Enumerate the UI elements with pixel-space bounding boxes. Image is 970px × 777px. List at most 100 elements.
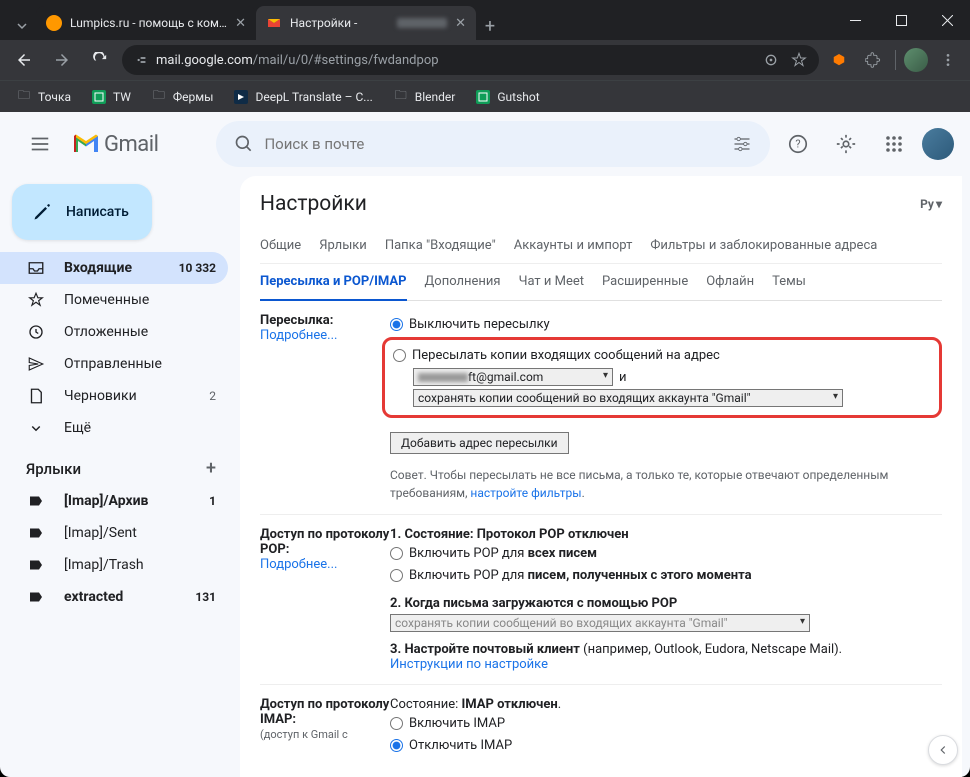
- radio[interactable]: [390, 547, 403, 560]
- profile-avatar[interactable]: [904, 48, 928, 72]
- deepl-icon: [233, 89, 249, 105]
- folder-icon: 🗀: [16, 89, 32, 105]
- sidebar-item-clock[interactable]: Отложенные: [0, 316, 228, 348]
- bookmark-icon[interactable]: [791, 52, 807, 68]
- brand-text: Gmail: [104, 132, 158, 157]
- account-avatar[interactable]: [922, 128, 954, 160]
- learn-more-link[interactable]: Подробнее...: [260, 557, 337, 572]
- learn-more-link[interactable]: Подробнее...: [260, 328, 337, 343]
- extension-button[interactable]: [825, 46, 853, 74]
- forward-on-option[interactable]: Пересылать копии входящих сообщений на а…: [393, 344, 931, 366]
- pop-section: Доступ по протоколу POP: Подробнее... 1.…: [260, 515, 942, 685]
- bookmark-item[interactable]: 🗀Blender: [385, 85, 464, 109]
- radio[interactable]: [390, 739, 403, 752]
- radio[interactable]: [390, 318, 403, 331]
- settings-tab[interactable]: Папка "Входящие": [385, 228, 496, 263]
- back-button[interactable]: [8, 44, 40, 76]
- forward-action-select[interactable]: сохранять копии сообщений во входящих ак…: [413, 389, 843, 407]
- menu-button[interactable]: [16, 120, 64, 168]
- settings-tab[interactable]: Чат и Meet: [519, 264, 584, 300]
- language-switcher[interactable]: Ру ▾: [920, 197, 942, 211]
- apps-button[interactable]: [874, 124, 914, 164]
- label-icon: [26, 492, 46, 510]
- maximize-button[interactable]: [878, 0, 924, 40]
- imap-on-option[interactable]: Включить IMAP: [390, 712, 942, 734]
- forward-button[interactable]: [46, 44, 78, 76]
- settings-tab[interactable]: Фильтры и заблокированные адреса: [650, 228, 877, 263]
- minimize-button[interactable]: [832, 0, 878, 40]
- nav-label: Отправленные: [64, 356, 162, 372]
- radio[interactable]: [390, 717, 403, 730]
- radio[interactable]: [390, 569, 403, 582]
- forward-address-select[interactable]: ft@gmail.com: [413, 368, 613, 386]
- browser-menu[interactable]: [934, 46, 962, 74]
- bookmark-item[interactable]: 🗀Точка: [8, 85, 79, 109]
- help-button[interactable]: ?: [778, 124, 818, 164]
- settings-tab[interactable]: Темы: [772, 264, 806, 300]
- label-item[interactable]: [Imap]/Sent: [0, 517, 228, 549]
- pop-h2: 2. Когда письма загружаются с помощью PO…: [390, 596, 677, 611]
- label-item[interactable]: [Imap]/Trash: [0, 549, 228, 581]
- nav-label: Черновики: [64, 388, 137, 404]
- settings-tabs-row2: Пересылка и POP/IMAP Дополнения Чат и Meet…: [260, 264, 942, 301]
- add-forward-address-button[interactable]: Добавить адрес пересылки: [390, 432, 569, 454]
- nav-count: 2: [209, 389, 216, 403]
- lens-icon[interactable]: [763, 52, 779, 68]
- close-button[interactable]: [924, 0, 970, 40]
- sidebar: Написать Входящие10 332 Помеченные Отложен…: [0, 176, 240, 777]
- close-icon[interactable]: ✕: [235, 16, 246, 31]
- compose-button[interactable]: Написать: [12, 184, 152, 240]
- browser-tab[interactable]: Lumpics.ru - помощь с компь ✕: [36, 6, 256, 40]
- search-box[interactable]: [216, 121, 770, 167]
- imap-note: (доступ к Gmail с: [260, 728, 348, 741]
- address-bar: mail.google.com/mail/u/0/#settings/fwdan…: [0, 40, 970, 80]
- close-icon[interactable]: ✕: [455, 16, 466, 31]
- sidebar-item-draft[interactable]: Черновики 2: [0, 380, 228, 412]
- sidebar-item-star[interactable]: Помеченные: [0, 284, 228, 316]
- browser-tab-active[interactable]: Настройки - ✕: [256, 6, 476, 40]
- side-panel-toggle[interactable]: [928, 735, 958, 765]
- tab-search-button[interactable]: [8, 12, 36, 40]
- sidebar-item-send[interactable]: Отправленные: [0, 348, 228, 380]
- bookmark-item[interactable]: DeepL Translate – С...: [225, 85, 380, 109]
- reload-button[interactable]: [84, 44, 116, 76]
- labels-header: Ярлыки +: [0, 444, 240, 485]
- settings-tab[interactable]: Аккаунты и импорт: [514, 228, 633, 263]
- configure-filters-link[interactable]: настройте фильтры: [470, 486, 581, 500]
- forwarding-section: Пересылка: Подробнее... Выключить пересы…: [260, 301, 942, 515]
- label-text: extracted: [64, 589, 123, 605]
- settings-tab[interactable]: Офлайн: [706, 264, 754, 300]
- radio[interactable]: [393, 349, 406, 362]
- extensions-menu[interactable]: [859, 46, 887, 74]
- search-icon[interactable]: [224, 134, 264, 154]
- sidebar-item-more[interactable]: Ещё: [0, 412, 228, 444]
- section-label: Пересылка:: [260, 313, 333, 328]
- pop-now-option[interactable]: Включить POP для писем, полученных с это…: [390, 564, 942, 586]
- label-item[interactable]: extracted131: [0, 581, 228, 613]
- bookmark-item[interactable]: 🗀Фермы: [143, 85, 222, 109]
- bookmark-item[interactable]: TW: [83, 85, 139, 109]
- settings-tab[interactable]: Ярлыки: [319, 228, 367, 263]
- page-title: Настройки: [260, 192, 367, 216]
- forward-off-option[interactable]: Выключить пересылку: [390, 313, 942, 335]
- site-info-icon[interactable]: [134, 53, 148, 67]
- settings-tab[interactable]: Пересылка и POP/IMAP: [260, 264, 407, 301]
- new-tab-button[interactable]: +: [476, 12, 504, 40]
- settings-tab[interactable]: Дополнения: [425, 264, 501, 300]
- sidebar-item-inbox[interactable]: Входящие10 332: [0, 252, 228, 284]
- settings-tab[interactable]: Общие: [260, 228, 301, 263]
- pop-all-option[interactable]: Включить POP для всех писем: [390, 542, 942, 564]
- nav-label: Помеченные: [64, 292, 149, 308]
- gmail-logo[interactable]: Gmail: [72, 132, 158, 157]
- label-icon: [26, 588, 46, 606]
- bookmark-item[interactable]: Gutshot: [467, 85, 547, 109]
- label-item[interactable]: [Imap]/Архив1: [0, 485, 228, 517]
- add-label-button[interactable]: +: [206, 458, 216, 479]
- settings-tab[interactable]: Расширенные: [602, 264, 688, 300]
- imap-off-option[interactable]: Отключить IMAP: [390, 734, 942, 756]
- search-options-icon[interactable]: [722, 134, 762, 154]
- search-input[interactable]: [264, 135, 722, 153]
- setup-instructions-link[interactable]: Инструкции по настройке: [390, 657, 548, 672]
- url-box[interactable]: mail.google.com/mail/u/0/#settings/fwdan…: [122, 45, 819, 75]
- settings-button[interactable]: [826, 124, 866, 164]
